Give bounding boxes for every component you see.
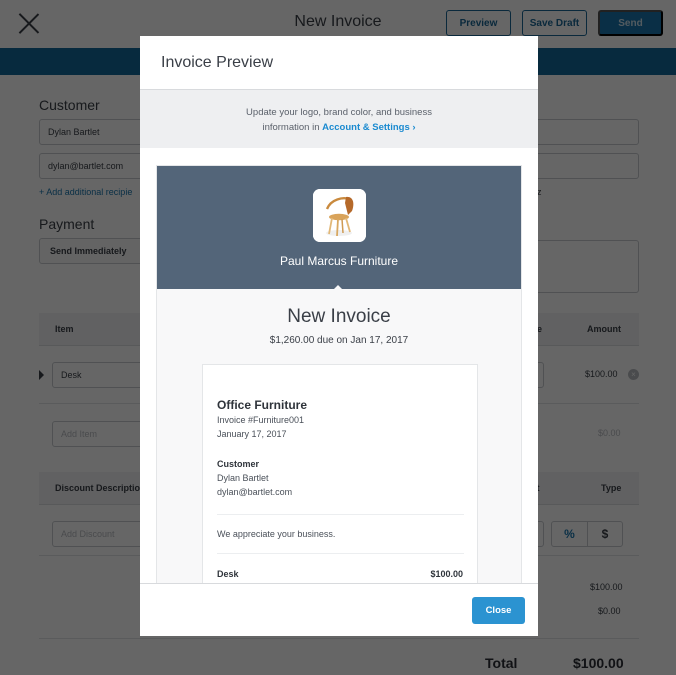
invoice-due-line: $1,260.00 due on Jan 17, 2017: [269, 335, 409, 346]
card-divider: [217, 514, 464, 515]
modal-header: Invoice Preview: [140, 36, 538, 90]
modal-title: Invoice Preview: [161, 54, 274, 71]
preview-scroll-area[interactable]: Paul Marcus Furniture New Invoice $1,260…: [140, 148, 538, 583]
invoice-date: January 17, 2017: [217, 429, 287, 439]
notice-line-2-prefix: information in: [262, 122, 323, 133]
customer-email: dylan@bartlet.com: [217, 487, 293, 497]
notice-line-1: Update your logo, brand color, and busin…: [246, 107, 432, 118]
customer-name: Dylan Bartlet: [217, 473, 269, 483]
notice-line-2: information in Account & Settings ›: [140, 120, 538, 135]
invoice-email-preview: Paul Marcus Furniture New Invoice $1,260…: [156, 165, 522, 583]
card-divider: [217, 553, 464, 554]
brand-notch: [333, 285, 343, 290]
invoice-preview-modal: Invoice Preview Update your logo, brand …: [140, 36, 538, 636]
business-name: Paul Marcus Furniture: [279, 254, 399, 268]
close-button[interactable]: Close: [472, 597, 525, 624]
account-settings-link[interactable]: Account & Settings ›: [322, 122, 415, 133]
invoice-title: Office Furniture: [217, 398, 308, 412]
brand-header: Paul Marcus Furniture: [157, 166, 521, 290]
chair-logo-image: [313, 189, 366, 242]
line-item-name: Desk: [217, 569, 239, 579]
invoice-heading: New Invoice: [287, 306, 391, 327]
invoice-details-card: Office Furniture Invoice #Furniture001 J…: [202, 364, 478, 583]
customer-label: Customer: [217, 459, 260, 469]
invoice-message: We appreciate your business.: [217, 529, 336, 539]
settings-notice: Update your logo, brand color, and busin…: [140, 90, 538, 148]
modal-footer: Close: [140, 583, 538, 636]
invoice-number: Invoice #Furniture001: [217, 415, 305, 425]
line-item-price: $100.00: [430, 569, 463, 579]
